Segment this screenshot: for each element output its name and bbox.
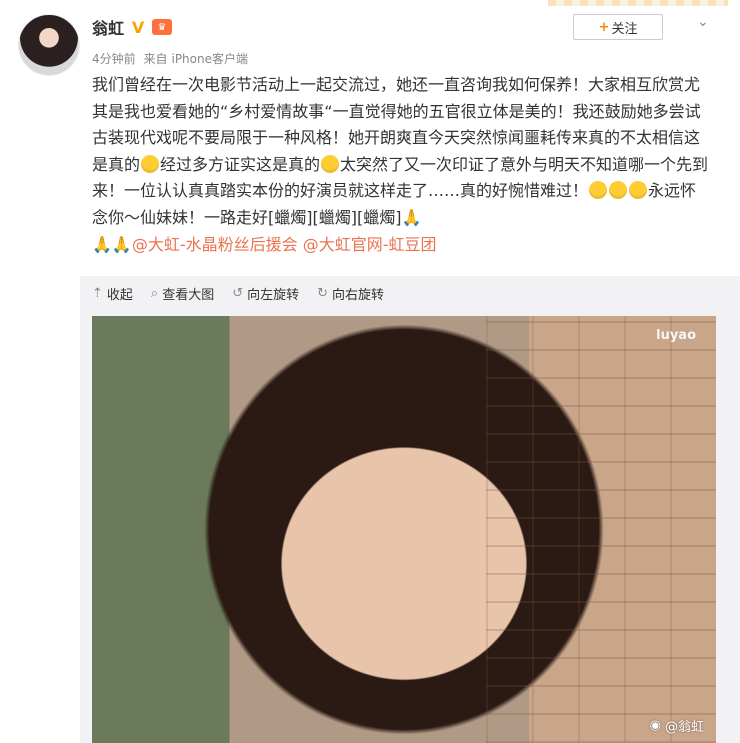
post-text-part2: 经过多方证实这是真的 bbox=[160, 154, 321, 174]
follow-label: 关注 bbox=[611, 21, 638, 37]
crying-emoji-icon bbox=[141, 154, 160, 173]
mention-link[interactable]: @大虹-水晶粉丝后援会 bbox=[132, 235, 298, 254]
verified-icon: V bbox=[131, 17, 145, 37]
post-meta: 4分钟前 来自 iPhone客户端 bbox=[92, 50, 252, 67]
vip-badge-icon: ♛ bbox=[152, 19, 173, 35]
chevron-down-icon[interactable]: ⌄ bbox=[697, 14, 717, 30]
view-large-button[interactable]: ⌕ 查看大图 bbox=[151, 284, 214, 303]
rotate-left-button[interactable]: ↺ 向左旋转 bbox=[232, 284, 299, 303]
sad-emoji-icon bbox=[589, 181, 608, 200]
view-large-label: 查看大图 bbox=[162, 288, 215, 303]
rotate-left-label: 向左旋转 bbox=[247, 288, 300, 303]
source-prefix: 来自 bbox=[143, 52, 168, 66]
photo-watermark-text: @翁虹 bbox=[664, 720, 704, 735]
arrow-up-icon: ⇡ bbox=[92, 286, 103, 301]
user-name[interactable]: 翁虹 bbox=[92, 15, 124, 39]
rotate-left-icon: ↺ bbox=[232, 286, 244, 301]
post-source[interactable]: iPhone客户端 bbox=[171, 52, 248, 66]
collapse-label: 收起 bbox=[106, 288, 133, 303]
photo-watermark-bottom: ◉ @翁虹 bbox=[650, 716, 704, 735]
photo-watermark-top: luyao bbox=[656, 328, 696, 343]
pray-icon: 🙏 bbox=[92, 234, 112, 254]
image-toolbar: ⇡ 收起 ⌕ 查看大图 ↺ 向左旋转 ↻ 向右旋转 bbox=[92, 284, 384, 303]
search-icon: ⌕ bbox=[150, 286, 159, 301]
user-name-row: 翁虹 V ♛ bbox=[92, 14, 173, 40]
mention-link[interactable]: @大虹官网-虹豆团 bbox=[303, 235, 437, 254]
pray-icon: 🙏 bbox=[401, 207, 422, 227]
avatar[interactable] bbox=[18, 14, 80, 76]
post-time[interactable]: 4分钟前 bbox=[92, 52, 136, 66]
follow-button[interactable]: + 关注 bbox=[573, 14, 663, 40]
pray-icon: 🙏 bbox=[111, 234, 132, 254]
rotate-right-button[interactable]: ↻ 向右旋转 bbox=[317, 284, 384, 303]
decorative-banner bbox=[548, 0, 728, 6]
rotate-right-icon: ↻ bbox=[317, 286, 329, 301]
post-photo[interactable]: luyao ◉ @翁虹 bbox=[92, 316, 716, 743]
collapse-button[interactable]: ⇡ 收起 bbox=[92, 284, 133, 303]
weibo-logo-icon: ◉ bbox=[649, 718, 661, 733]
rotate-right-label: 向右旋转 bbox=[332, 288, 385, 303]
sad-emoji-icon bbox=[609, 181, 628, 200]
brick-wall-background bbox=[486, 316, 716, 743]
plus-icon: + bbox=[598, 19, 610, 35]
sad-emoji-icon bbox=[321, 154, 340, 173]
crying-emoji-icon bbox=[629, 181, 648, 200]
post-text: 我们曾经在一次电影节活动上一起交流过，她还一直咨询我如何保养！大家相互欣赏尤其是… bbox=[92, 72, 712, 258]
